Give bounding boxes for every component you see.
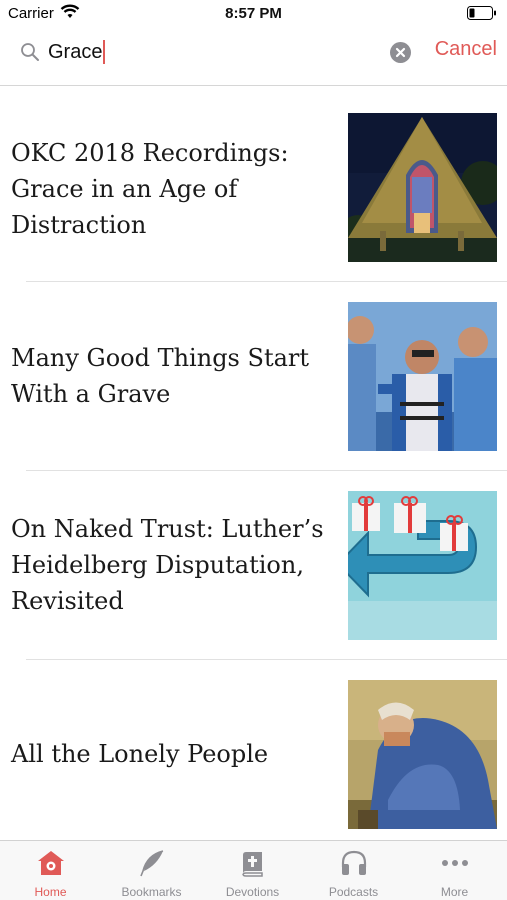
feather-icon — [137, 849, 167, 877]
tab-devotions-label: Devotions — [225, 885, 280, 899]
more-icon — [440, 849, 470, 877]
status-bar: Carrier 8:57 PM — [0, 0, 507, 28]
tab-home-label: Home — [34, 885, 67, 899]
search-result-item[interactable]: All the Lonely People — [0, 660, 507, 848]
tab-podcasts-label: Podcasts — [328, 885, 379, 899]
search-icon — [20, 42, 40, 62]
result-thumbnail-men — [348, 302, 497, 451]
clear-search-icon[interactable] — [390, 42, 411, 63]
result-title: OKC 2018 Recordings: Grace in an Age of … — [11, 139, 289, 239]
text-cursor — [103, 40, 105, 64]
headphones-icon — [339, 849, 369, 877]
book-icon — [238, 849, 268, 877]
cancel-button[interactable]: Cancel — [435, 38, 497, 61]
search-result-item[interactable]: OKC 2018 Recordings: Grace in an Age of … — [0, 87, 507, 275]
tab-more[interactable]: More — [404, 841, 505, 900]
search-input[interactable] — [48, 37, 368, 67]
battery-icon — [467, 6, 497, 20]
clock: 8:57 PM — [225, 5, 282, 22]
tab-more-label: More — [440, 885, 469, 899]
tab-podcasts[interactable]: Podcasts — [303, 841, 404, 900]
tab-bookmarks[interactable]: Bookmarks — [101, 841, 202, 900]
search-result-item[interactable]: On Naked Trust: Luther’s Heidelberg Disp… — [0, 471, 507, 659]
result-thumbnail-painting — [348, 680, 497, 829]
result-title: Many Good Things Start With a Grave — [11, 344, 310, 408]
result-title: All the Lonely People — [11, 740, 269, 768]
tab-bar: Home Bookmarks Devotions Podcasts More — [0, 840, 507, 900]
search-result-item[interactable]: Many Good Things Start With a Grave — [0, 282, 507, 470]
tab-bookmarks-label: Bookmarks — [121, 885, 182, 899]
home-icon — [36, 849, 66, 877]
result-thumbnail-gifts — [348, 491, 497, 640]
search-results-list: OKC 2018 Recordings: Grace in an Age of … — [0, 87, 507, 840]
tab-home[interactable]: Home — [0, 841, 101, 900]
result-title: On Naked Trust: Luther’s Heidelberg Disp… — [11, 515, 324, 615]
result-thumbnail-church — [348, 113, 497, 262]
tab-devotions[interactable]: Devotions — [202, 841, 303, 900]
search-bar: Cancel — [0, 28, 507, 86]
